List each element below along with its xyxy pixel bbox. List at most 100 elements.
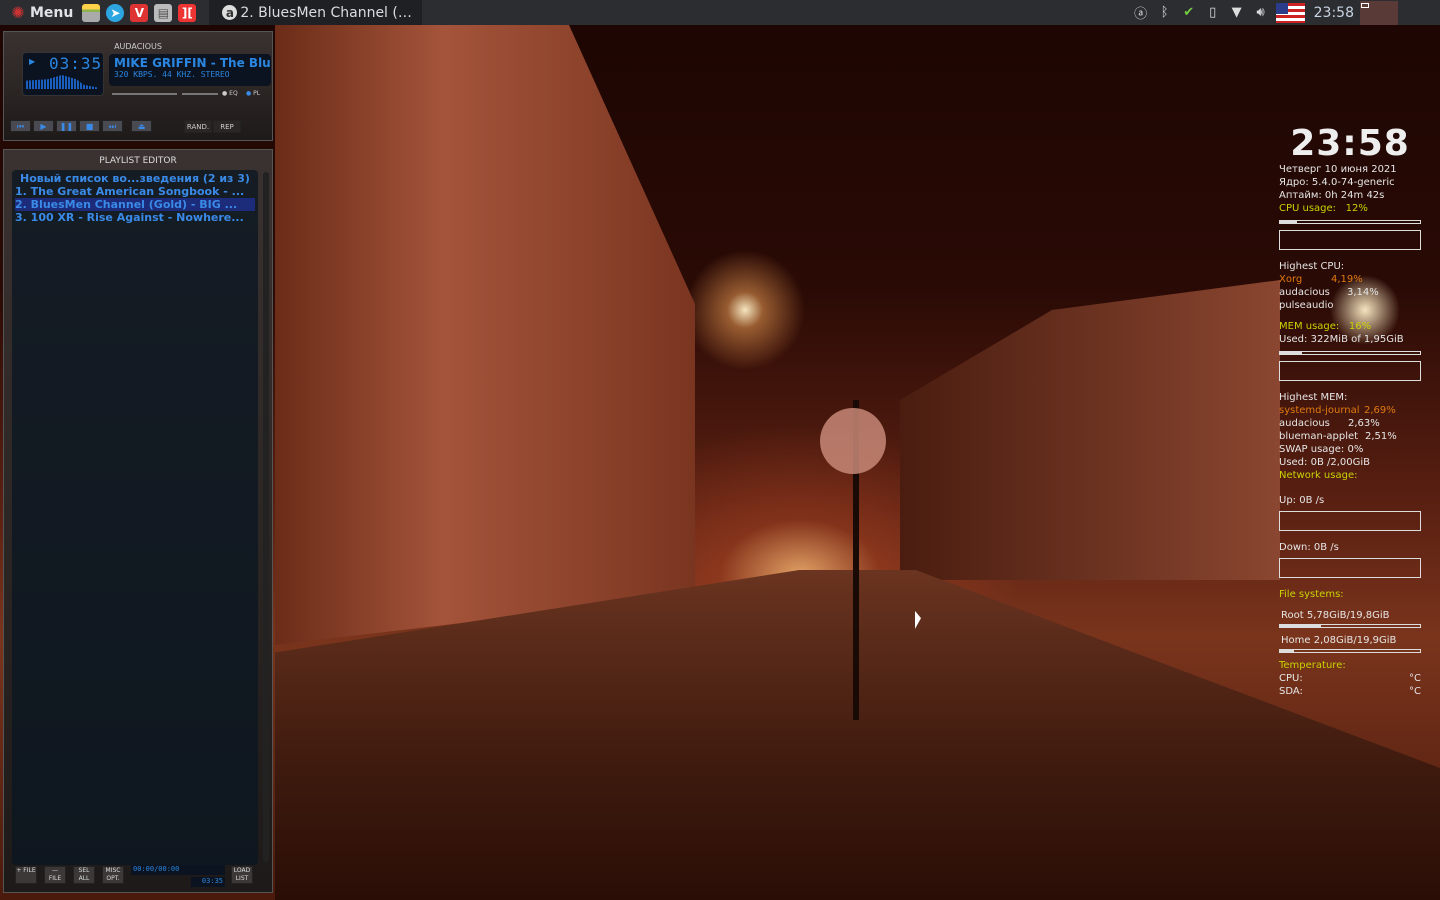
conky-clock: 23:58 (1290, 123, 1410, 164)
proc-val: 2,51% (1365, 431, 1397, 442)
audacious-window: AUDACIOUS ▶ 03:35 MIKE GRIFFIN - The Blu… (3, 31, 273, 897)
playlist-toolbar: + FILE — FILE SEL ALL MISC OPT. 00:00/00… (4, 862, 272, 890)
previous-button[interactable]: ⏮ (10, 120, 31, 132)
cpu-bar (1279, 220, 1421, 224)
select-all-button[interactable]: SEL ALL (73, 866, 95, 884)
workspace-switcher[interactable] (1360, 0, 1398, 25)
playlist-header: Новый список во...зведения (2 из 3) (20, 172, 250, 185)
conky-widget: 23:58 Четверг 10 июня 2021 Ядро: 5.4.0-7… (1279, 125, 1421, 698)
audacious-main-window: AUDACIOUS ▶ 03:35 MIKE GRIFFIN - The Blu… (3, 31, 273, 141)
temp-label: Temperature: (1279, 660, 1346, 671)
keyboard-layout-flag-icon[interactable] (1275, 2, 1305, 23)
playlist[interactable]: Новый список во...зведения (2 из 3) 1. T… (12, 170, 258, 865)
bluetooth-icon[interactable]: ᛒ (1155, 5, 1175, 20)
load-list-button[interactable]: LOAD LIST (231, 866, 253, 884)
shield-icon[interactable]: ✔ (1179, 5, 1199, 20)
mem-used: Used: 322MiB of 1,95GiB (1279, 334, 1404, 345)
fs-label: File systems: (1279, 589, 1344, 600)
taskbar-window-audacious[interactable]: a 2. BluesMen Channel (… (209, 0, 422, 25)
fs-root: Root 5,78GiB/19,8GiB (1281, 610, 1390, 621)
mouse-cursor (915, 610, 921, 632)
proc-name: systemd-journal (1279, 405, 1360, 416)
conky-date: Четверг 10 июня 2021 (1279, 164, 1397, 175)
remove-file-button[interactable]: — FILE (44, 866, 66, 884)
network-label: Network usage: (1279, 470, 1358, 481)
repeat-toggle[interactable]: REP (213, 120, 241, 133)
playlist-length: 03:35 (191, 877, 225, 887)
pl-toggle[interactable]: ● PL (246, 90, 260, 97)
shuffle-toggle[interactable]: RAND. (184, 120, 212, 133)
cpu-value: 12% (1345, 203, 1368, 214)
net-down-graph (1279, 558, 1421, 578)
menu-button[interactable]: ✺ Menu (0, 3, 79, 22)
time-display[interactable]: ▶ 03:35 (22, 52, 104, 96)
visualizer[interactable] (26, 75, 98, 89)
mem-value: 16% (1348, 321, 1372, 332)
audacious-tray-icon[interactable]: ⓐ (1131, 3, 1151, 22)
bitrate-info: 320 KBPS. 44 KHZ. STEREO (114, 70, 230, 79)
net-up-graph (1279, 511, 1421, 531)
battery-icon[interactable]: ▯ (1203, 5, 1223, 20)
playlist-item[interactable]: 1. The Great American Songbook - ... (15, 185, 255, 198)
highest-mem-label: Highest MEM: (1279, 392, 1348, 403)
next-button[interactable]: ⏭ (102, 120, 123, 132)
file-manager-icon[interactable] (82, 3, 101, 22)
mem-graph (1279, 361, 1421, 381)
eject-button[interactable]: ⏏ (131, 120, 152, 132)
proc-name: blueman-applet (1279, 431, 1359, 442)
vivaldi-icon[interactable]: V (130, 3, 149, 22)
misc-options-button[interactable]: MISC OPT. (102, 866, 124, 884)
pause-button[interactable]: ❚❚ (56, 120, 77, 132)
playlist-scrollbar[interactable] (263, 172, 269, 862)
playlist-editor: PLAYLIST EDITOR Новый список во...зведен… (3, 149, 273, 893)
proc-name: audacious (1279, 418, 1330, 429)
cpu-temp-label: CPU: (1279, 673, 1303, 684)
stop-button[interactable]: ■ (79, 120, 100, 132)
playlist-item-selected[interactable]: 2. BluesMen Channel (Gold) - BIG ... (15, 198, 255, 211)
wifi-icon[interactable]: ▼ (1227, 5, 1247, 20)
playlist-time: 00:00/00:00 (131, 865, 225, 875)
volume-icon[interactable]: 🔊︎ (1251, 5, 1271, 20)
transport-controls: ⏮ ▶ ❚❚ ■ ⏭ ⏏ (10, 120, 152, 134)
player-title: AUDACIOUS (114, 42, 162, 51)
audacious-icon: a (222, 5, 238, 20)
proc-val: 4,19% (1331, 274, 1363, 285)
volume-slider[interactable] (112, 93, 177, 95)
swap-usage: SWAP usage: 0% (1279, 444, 1364, 455)
app-icon[interactable]: ][ (178, 3, 197, 22)
root-bar (1279, 624, 1421, 628)
mem-bar (1279, 351, 1421, 355)
system-tray: ⓐ ᛒ ✔ ▯ ▼ 🔊︎ 23:58 (1129, 0, 1440, 25)
net-down: Down: 0B /s (1279, 542, 1339, 553)
playlist-item[interactable]: 3. 100 XR - Rise Against - Nowhere... (15, 211, 255, 224)
menu-icon: ✺ (11, 3, 25, 22)
swap-used: Used: 0B /2,00GiB (1279, 457, 1371, 468)
temp-unit: °C (1409, 673, 1421, 684)
eq-toggle[interactable]: ● EQ (222, 90, 238, 97)
cpu-label: CPU usage: (1279, 203, 1337, 214)
panel-clock[interactable]: 23:58 (1314, 5, 1354, 21)
telegram-icon[interactable]: ➤ (106, 3, 125, 22)
proc-val: 2,69% (1364, 405, 1396, 416)
highest-cpu-label: Highest CPU: (1279, 261, 1345, 272)
proc-val: 3,14% (1347, 287, 1379, 298)
window-list-icon[interactable]: ▤ (154, 3, 173, 22)
conky-uptime: Аптайм: 0h 24m 42s (1279, 190, 1385, 201)
proc-name: pulseaudio (1279, 300, 1334, 311)
menu-label: Menu (30, 4, 74, 21)
cpu-graph (1279, 230, 1421, 250)
elapsed-time: 03:35 (49, 54, 103, 73)
balance-slider[interactable] (182, 93, 218, 95)
mem-label: MEM usage: (1279, 321, 1340, 332)
wallpaper-sign (820, 408, 886, 474)
fs-home: Home 2,08GiB/19,9GiB (1281, 635, 1397, 646)
temp-unit: °C (1409, 686, 1421, 697)
proc-name: audacious (1279, 287, 1330, 298)
proc-name: Xorg (1279, 274, 1303, 285)
sda-temp-label: SDA: (1279, 686, 1303, 697)
net-up: Up: 0B /s (1279, 495, 1325, 506)
home-bar (1279, 649, 1421, 653)
add-file-button[interactable]: + FILE (15, 866, 37, 884)
play-button[interactable]: ▶ (33, 120, 54, 132)
task-title: 2. BluesMen Channel (… (240, 4, 412, 21)
